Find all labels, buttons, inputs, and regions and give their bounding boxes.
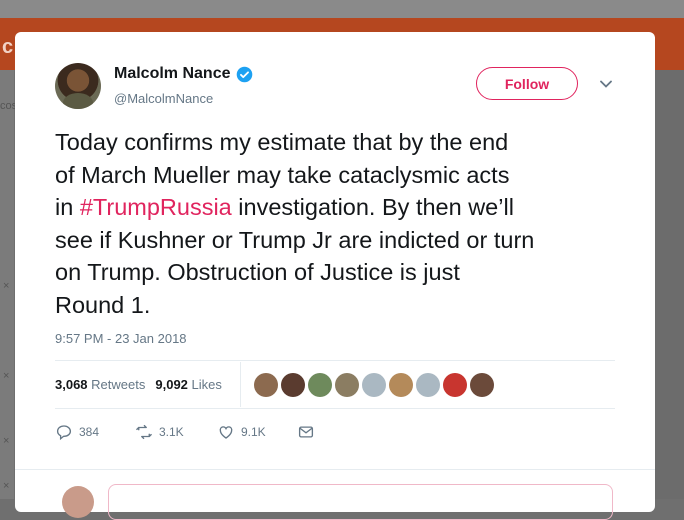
reply-count: 384 [79, 425, 100, 439]
liker-avatar[interactable] [281, 373, 305, 397]
likes-count: 9,092 [155, 377, 188, 392]
liker-avatar[interactable] [470, 373, 494, 397]
verified-badge-icon [237, 66, 253, 82]
liker-avatars [254, 373, 494, 397]
retweets-label: Retweets [91, 377, 146, 392]
hashtag-link[interactable]: #TrumpRussia [80, 194, 232, 220]
retweets-stat[interactable]: 3,068 Retweets [55, 377, 145, 392]
retweet-button[interactable]: 3.1K [135, 423, 217, 441]
tweet-actions: 384 3.1K 9.1K [55, 423, 315, 441]
tweet-text: Today confirms my estimate that by the e… [55, 126, 635, 321]
divider [55, 360, 615, 361]
close-icon[interactable]: × [3, 370, 9, 382]
divider [55, 408, 615, 409]
liker-avatar[interactable] [335, 373, 359, 397]
like-count: 9.1K [241, 425, 266, 439]
tweet-text-segment: in [55, 194, 80, 220]
tweet-timestamp[interactable]: 9:57 PM - 23 Jan 2018 [55, 331, 187, 346]
liker-avatar[interactable] [443, 373, 467, 397]
close-icon[interactable]: × [3, 280, 9, 292]
chevron-down-icon[interactable] [600, 80, 612, 88]
tweet-text-line: on Trump. Obstruction of Justice is just [55, 259, 460, 285]
tweet-text-line: of March Mueller may take cataclysmic ac… [55, 161, 510, 188]
like-button[interactable]: 9.1K [217, 423, 297, 441]
tweet-text-line: Today confirms my estimate that by the e… [55, 129, 509, 155]
reply-input[interactable] [108, 484, 613, 520]
liker-avatar[interactable] [416, 373, 440, 397]
liker-avatar[interactable] [308, 373, 332, 397]
liker-avatar[interactable] [362, 373, 386, 397]
author-name-row: Malcolm Nance [114, 65, 253, 83]
author-avatar[interactable] [55, 63, 101, 109]
background-header-text: c [2, 36, 14, 58]
browser-toolbar [0, 0, 684, 18]
background-right-panel [655, 70, 684, 499]
background-sidebar: cos × × × × [0, 70, 17, 499]
retweets-count: 3,068 [55, 377, 88, 392]
close-icon[interactable]: × [3, 480, 9, 492]
divider [15, 469, 655, 470]
retweet-icon [136, 424, 152, 440]
liker-avatar[interactable] [254, 373, 278, 397]
stat-separator [240, 362, 241, 407]
retweet-count: 3.1K [159, 425, 184, 439]
envelope-icon [298, 426, 314, 438]
direct-message-button[interactable] [297, 423, 315, 441]
close-icon[interactable]: × [3, 435, 9, 447]
reply-button[interactable]: 384 [55, 423, 135, 441]
likes-label: Likes [191, 377, 222, 392]
current-user-avatar [62, 486, 94, 518]
heart-icon [219, 426, 233, 439]
reply-icon [56, 425, 72, 441]
tweet-text-segment: investigation. By then we’ll [231, 194, 514, 220]
follow-button[interactable]: Follow [476, 67, 578, 100]
engagement-stats: 3,068 Retweets 9,092 Likes [55, 377, 222, 392]
tweet-text-line: Round 1. [55, 291, 151, 318]
author-handle[interactable]: @MalcolmNance [114, 91, 213, 106]
liker-avatar[interactable] [389, 373, 413, 397]
tweet-card: Malcolm Nance @MalcolmNance Follow Today… [15, 32, 655, 520]
tweet-text-line: in #TrumpRussia investigation. By then w… [55, 191, 635, 224]
author-name[interactable]: Malcolm Nance [114, 65, 230, 83]
likes-stat[interactable]: 9,092 Likes [155, 377, 222, 392]
tweet-text-line: see if Kushner or Trump Jr are indicted … [55, 226, 535, 253]
